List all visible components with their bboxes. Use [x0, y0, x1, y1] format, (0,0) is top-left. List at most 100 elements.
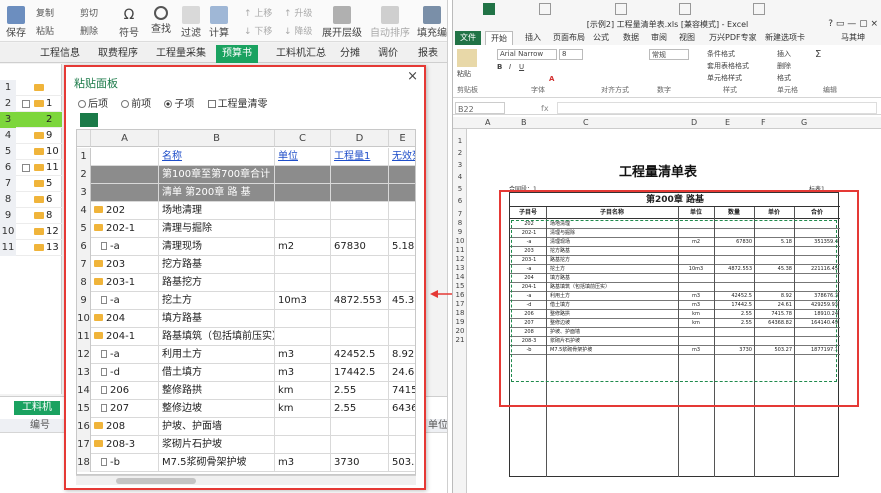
tab-new[interactable]: 新建选项卡 [765, 31, 805, 45]
cell-name[interactable]: 浆砌片石护坡 [159, 436, 275, 454]
row-number[interactable]: 18 [453, 309, 467, 317]
delete-button[interactable]: 删除 [80, 24, 98, 37]
filter-unit[interactable]: 单位 [275, 148, 331, 166]
cell-code[interactable]: -a [91, 292, 159, 310]
tree-row[interactable]: 21 [0, 96, 62, 112]
cell-price[interactable] [389, 418, 415, 436]
cell-code[interactable] [91, 166, 159, 184]
cell-name[interactable]: 路基填筑（包括填前压实） [159, 328, 275, 346]
cell-name[interactable]: 护坡、护面墙 [159, 418, 275, 436]
qat-icon[interactable] [539, 3, 551, 15]
font-name-select[interactable]: Arial Narrow [497, 49, 557, 60]
cell-name[interactable]: 整修边坡 [159, 400, 275, 418]
cell-unit[interactable] [275, 202, 331, 220]
tab-budget[interactable]: 预算书 [216, 45, 258, 63]
fx-icon[interactable]: fx [541, 102, 549, 115]
cell-code[interactable]: 203-1 [91, 274, 159, 292]
cell-qty[interactable]: 2.55 [331, 400, 389, 418]
user-name[interactable]: 马其坤 [841, 31, 865, 45]
sheet-row[interactable]: 5 202-1 清理与掘除 [77, 220, 415, 238]
tree-row[interactable]: 98 [0, 208, 62, 224]
col-header-d[interactable]: D [331, 130, 389, 147]
cell-qty[interactable] [331, 328, 389, 346]
row-number[interactable]: 2 [453, 149, 467, 157]
close-icon[interactable]: × [407, 69, 418, 84]
cell-code[interactable]: 208-3 [91, 436, 159, 454]
cell-unit[interactable] [275, 256, 331, 274]
underline-button[interactable]: U [519, 63, 524, 71]
qat-icon[interactable] [753, 3, 765, 15]
row-number[interactable]: 5 [453, 185, 467, 193]
cell-price[interactable]: 8.92 [389, 346, 415, 364]
cell-price[interactable] [389, 184, 415, 202]
cell-code[interactable]: 206 [91, 382, 159, 400]
font-size-select[interactable]: 8 [559, 49, 583, 60]
col-code[interactable]: 编号 [30, 419, 50, 433]
cell-unit[interactable]: km [275, 400, 331, 418]
cell-code[interactable] [91, 184, 159, 202]
cell-qty[interactable] [331, 184, 389, 202]
row-number[interactable]: 21 [453, 336, 467, 344]
cell-price[interactable] [389, 310, 415, 328]
tree-row[interactable]: 10 12 [0, 224, 62, 240]
row-number[interactable]: 9 [453, 228, 467, 236]
tab-material-summary[interactable]: 工料机汇总 [270, 45, 332, 63]
level-down-button[interactable]: ↓ 降级 [284, 24, 312, 37]
font-color-button[interactable]: A [549, 75, 554, 83]
sheet-row[interactable]: 18-bM7.5浆砌骨架护坡m33730503.27 [77, 454, 415, 472]
conditional-format-button[interactable]: 条件格式 [707, 49, 735, 59]
cell-unit[interactable] [275, 184, 331, 202]
row-number[interactable]: 12 [453, 255, 467, 263]
col-a[interactable]: A [485, 117, 490, 129]
sheet-row[interactable]: 8 203-1 路基挖方 [77, 274, 415, 292]
expand-level-button[interactable]: 展开层级 [322, 6, 362, 39]
option-before[interactable]: 前项 [121, 99, 151, 110]
row-number[interactable]: 4 [453, 173, 467, 181]
scroll-thumb[interactable] [116, 478, 196, 484]
cell-unit[interactable] [275, 310, 331, 328]
cell-name[interactable]: 清理与掘除 [159, 220, 275, 238]
cell-code[interactable]: 202-1 [91, 220, 159, 238]
cell-name[interactable]: 挖方路基 [159, 256, 275, 274]
cell-price[interactable] [389, 256, 415, 274]
tab-view[interactable]: 视图 [679, 31, 695, 45]
save-button[interactable]: 保存 [4, 6, 28, 39]
row-number[interactable]: 6 [453, 197, 467, 205]
formula-input[interactable] [557, 102, 877, 114]
col-c[interactable]: C [583, 117, 589, 129]
insert-cells-button[interactable]: 插入 [777, 49, 791, 59]
horizontal-scrollbar[interactable] [76, 475, 416, 485]
cell-unit[interactable]: m3 [275, 454, 331, 472]
autosum-icon[interactable]: Σ [815, 49, 821, 60]
cell-unit[interactable] [275, 220, 331, 238]
sheet-row[interactable]: 9-a挖土方10m34872.55345.38 [77, 292, 415, 310]
sheet-tab[interactable] [80, 113, 98, 127]
col-d[interactable]: D [691, 117, 697, 129]
sheet-row[interactable]: 15207整修边坡km2.5564368. [77, 400, 415, 418]
cell-price[interactable]: 503.27 [389, 454, 415, 472]
qat-icon[interactable] [679, 3, 691, 15]
cell-price[interactable] [389, 274, 415, 292]
tree-row[interactable]: 5 10 [0, 144, 62, 160]
cell-unit[interactable]: m3 [275, 364, 331, 382]
row-number[interactable]: 19 [453, 318, 467, 326]
tree-row[interactable]: 1 [0, 80, 62, 96]
cell-unit[interactable] [275, 328, 331, 346]
sheet-row[interactable]: 13-d借土填方m317442.524.61 [77, 364, 415, 382]
cell-name[interactable]: 清单 第200章 路 基 [159, 184, 275, 202]
tab-material[interactable]: 工料机 [14, 401, 60, 415]
collapse-icon[interactable] [22, 100, 30, 108]
row-number[interactable]: 8 [453, 219, 467, 227]
cell-price[interactable]: 45.38 [389, 292, 415, 310]
move-up-button[interactable]: ↑ 上移 [244, 6, 272, 19]
cell-price[interactable]: 7415.7 [389, 382, 415, 400]
row-number[interactable]: 1 [453, 137, 467, 145]
row-number[interactable]: 3 [453, 161, 467, 169]
sheet-row[interactable]: 6 -a 清理现场 m2 67830 5.18 [77, 238, 415, 256]
sheet-row[interactable]: 7 203 挖方路基 [77, 256, 415, 274]
format-cells-button[interactable]: 格式 [777, 73, 791, 83]
cell-code[interactable]: -d [91, 364, 159, 382]
sheet-row[interactable]: 12 -a 利用土方 m3 42452.5 8.92 [77, 346, 415, 364]
cell-code[interactable]: 208 [91, 418, 159, 436]
cell-name[interactable]: M7.5浆砌骨架护坡 [159, 454, 275, 472]
